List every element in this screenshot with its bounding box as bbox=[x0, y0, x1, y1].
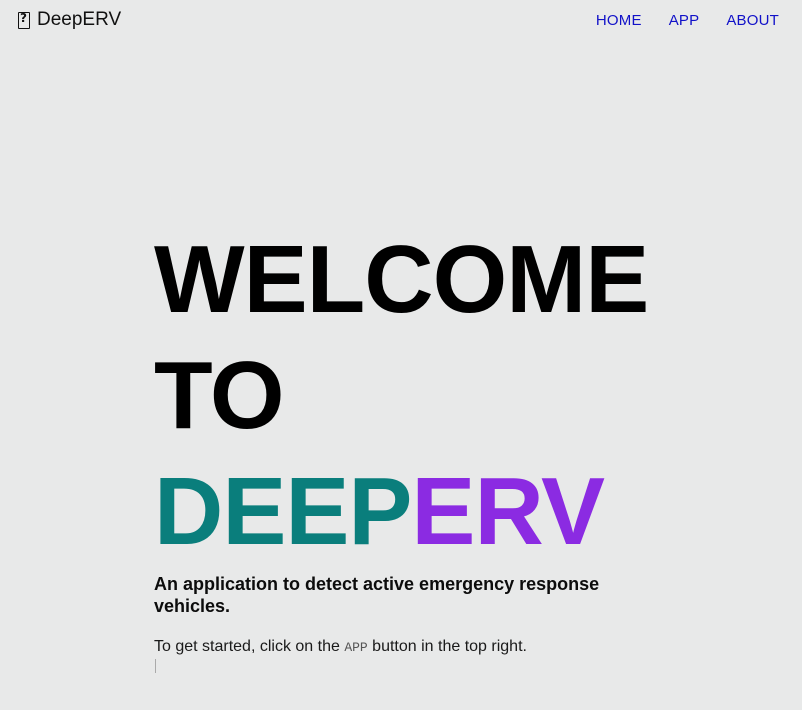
nav-app-link[interactable]: APP bbox=[669, 12, 700, 29]
instructions-suffix: button in the top right. bbox=[367, 638, 527, 655]
navbar: DeepERV HOME APP ABOUT bbox=[0, 0, 802, 42]
hero-erv-text: ERV bbox=[411, 458, 605, 565]
hero-line-deeperv: DEEPERV bbox=[154, 454, 634, 570]
missing-glyph-icon bbox=[18, 11, 30, 29]
subtitle: An application to detect active emergenc… bbox=[154, 574, 600, 616]
hero-line-welcome: WELCOME bbox=[154, 226, 649, 333]
nav-home-link[interactable]: HOME bbox=[596, 12, 642, 29]
brand-link[interactable]: DeepERV bbox=[18, 9, 121, 31]
text-cursor bbox=[155, 659, 156, 673]
hero-line-to: TO bbox=[154, 342, 285, 449]
nav-about-link[interactable]: ABOUT bbox=[726, 12, 779, 29]
instructions-text: To get started, click on the APP button … bbox=[154, 638, 527, 656]
hero-deep-text: DEEP bbox=[154, 458, 412, 565]
instructions-code: APP bbox=[344, 640, 368, 655]
instructions-prefix: To get started, click on the bbox=[154, 638, 345, 655]
hero-heading: WELCOME TO DEEPERV bbox=[154, 222, 649, 570]
brand-name: DeepERV bbox=[37, 9, 122, 30]
nav-links: HOME APP ABOUT bbox=[596, 12, 779, 29]
